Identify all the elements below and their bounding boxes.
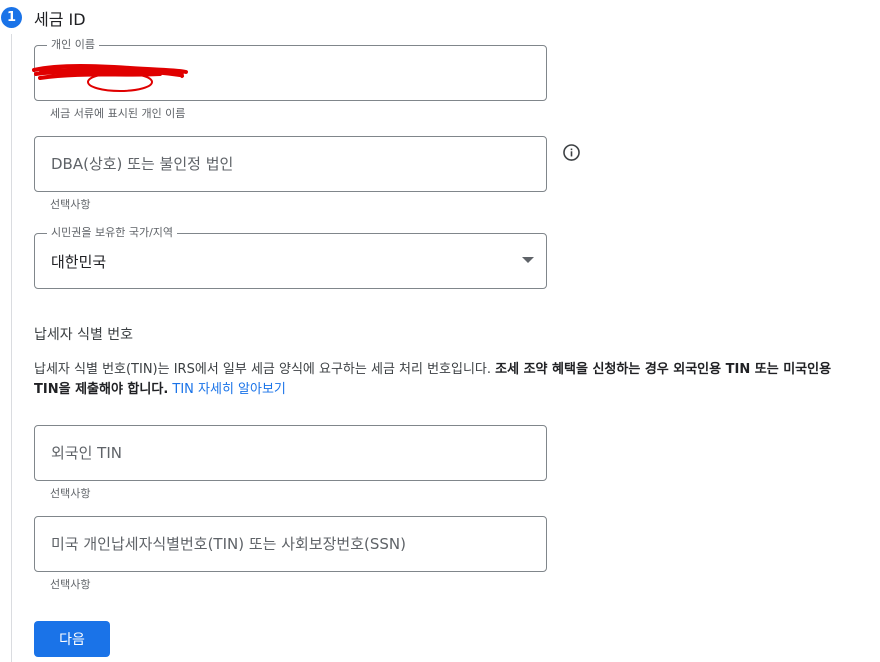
step-connector-line: [11, 34, 12, 662]
tax-id-form: 1 세금 ID 개인 이름 세금 서류에 표시된 개인 이름 선택사항 시민권을…: [0, 0, 880, 662]
us-tin-helper: 선택사항: [50, 578, 91, 591]
us-tin-field[interactable]: [34, 516, 547, 572]
next-button[interactable]: 다음: [34, 621, 110, 657]
dba-helper: 선택사항: [50, 198, 91, 211]
dropdown-arrow-icon: [522, 257, 534, 263]
step-title: 세금 ID: [34, 10, 86, 29]
individual-name-label: 개인 이름: [47, 38, 99, 52]
redaction-scribble: [32, 64, 188, 92]
foreign-tin-helper: 선택사항: [50, 487, 91, 500]
dba-input[interactable]: [35, 137, 546, 191]
step-number: 1: [6, 10, 17, 25]
tin-learn-more-link[interactable]: TIN 자세히 알아보기: [172, 382, 285, 397]
foreign-tin-input[interactable]: [35, 426, 546, 480]
tin-section-title: 납세자 식별 번호: [34, 327, 134, 343]
citizenship-select[interactable]: 시민권을 보유한 국가/지역 대한민국: [34, 226, 547, 289]
tin-description: 납세자 식별 번호(TIN)는 IRS에서 일부 세금 양식에 요구하는 세금 …: [34, 360, 854, 400]
us-tin-input[interactable]: [35, 517, 546, 571]
info-icon[interactable]: [562, 143, 581, 162]
foreign-tin-field[interactable]: [34, 425, 547, 481]
tin-description-text: 납세자 식별 번호(TIN)는 IRS에서 일부 세금 양식에 요구하는 세금 …: [34, 362, 496, 377]
individual-name-helper: 세금 서류에 표시된 개인 이름: [50, 107, 186, 120]
step-number-badge: 1: [1, 7, 22, 28]
dba-field[interactable]: [34, 136, 547, 192]
citizenship-selected-value: 대한민국: [51, 252, 107, 271]
